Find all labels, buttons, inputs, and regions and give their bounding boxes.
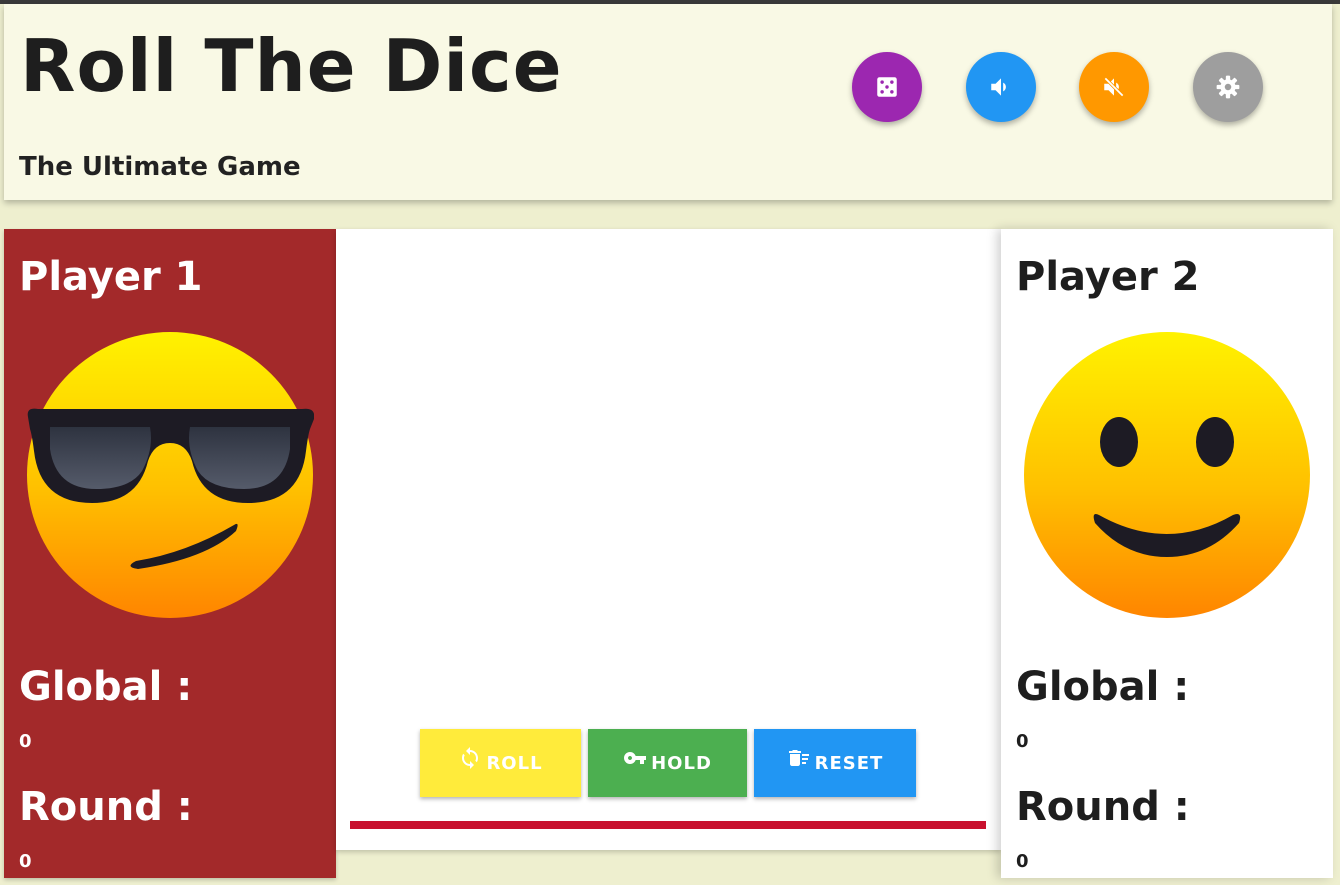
app-header: Roll The Dice The Ultimate Game bbox=[4, 4, 1332, 200]
round-score-label: Round : bbox=[1016, 784, 1190, 830]
global-score-value: 0 bbox=[1016, 731, 1029, 752]
volume-mute-icon bbox=[1104, 77, 1124, 97]
round-score-label: Round : bbox=[19, 784, 193, 830]
sound-on-button[interactable] bbox=[966, 52, 1036, 122]
player-name: Player 1 bbox=[19, 254, 203, 300]
sync-icon bbox=[462, 747, 479, 769]
player-1-panel: Player 1 Global : 0 Round : 0 bbox=[4, 229, 336, 878]
settings-button[interactable] bbox=[1193, 52, 1263, 122]
dice-button[interactable] bbox=[852, 52, 922, 122]
dice-board: ROLL HOLD RESET bbox=[336, 229, 1001, 850]
page-subtitle: The Ultimate Game bbox=[19, 152, 301, 182]
player-2-panel: Player 2 Global : 0 Round : 0 bbox=[1001, 229, 1333, 878]
round-score-value: 0 bbox=[19, 851, 32, 872]
sound-off-button[interactable] bbox=[1079, 52, 1149, 122]
smiley-emoji-avatar bbox=[1024, 332, 1310, 618]
gear-icon bbox=[1216, 75, 1240, 99]
roll-button-label: ROLL bbox=[486, 752, 543, 774]
hold-button-label: HOLD bbox=[651, 752, 712, 774]
accent-bar bbox=[350, 821, 986, 829]
hold-button[interactable]: HOLD bbox=[588, 729, 747, 797]
roll-button[interactable]: ROLL bbox=[420, 729, 581, 797]
sunglasses-emoji-avatar bbox=[27, 332, 314, 618]
global-score-label: Global : bbox=[1016, 664, 1190, 710]
global-score-label: Global : bbox=[19, 664, 193, 710]
page-title: Roll The Dice bbox=[20, 24, 563, 108]
delete-sweep-icon bbox=[788, 750, 809, 766]
round-score-value: 0 bbox=[1016, 851, 1029, 872]
dice-icon bbox=[877, 77, 897, 97]
global-score-value: 0 bbox=[19, 731, 32, 752]
reset-button-label: RESET bbox=[814, 752, 884, 774]
key-icon bbox=[624, 752, 647, 764]
reset-button[interactable]: RESET bbox=[754, 729, 916, 797]
volume-up-icon bbox=[991, 78, 1006, 96]
player-name: Player 2 bbox=[1016, 254, 1200, 300]
